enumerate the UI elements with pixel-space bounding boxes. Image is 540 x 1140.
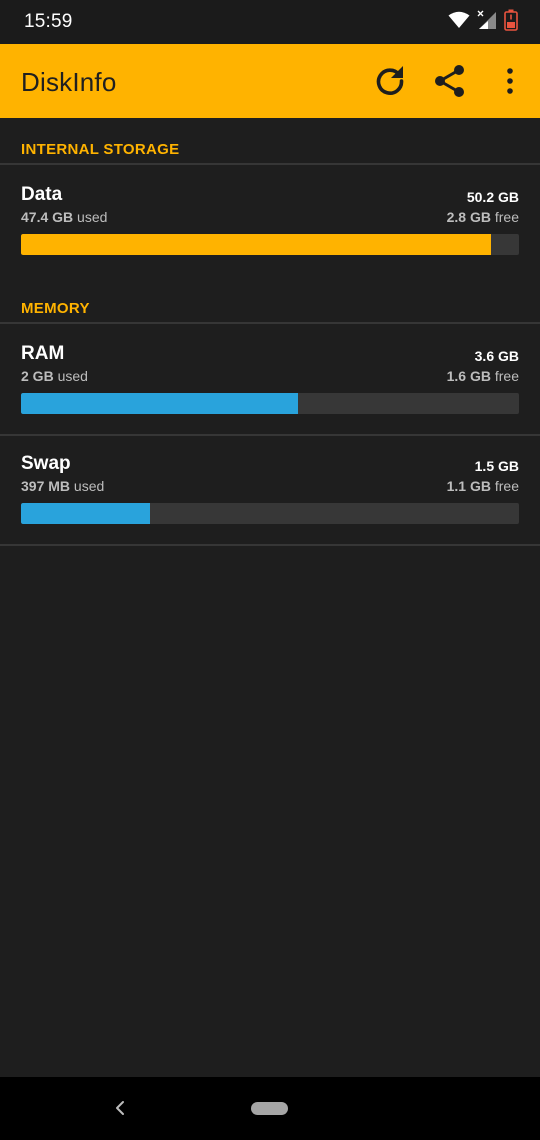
- free-amount: 1.1 GB: [446, 478, 491, 494]
- battery-icon: [504, 9, 518, 36]
- free-suffix: free: [490, 478, 519, 494]
- status-bar: 15:59: [0, 0, 540, 44]
- item-name: RAM: [21, 343, 65, 364]
- memory-item-ram[interactable]: RAM 3.6 GB 2 GB used 1.6 GB free: [0, 343, 540, 431]
- back-icon: [116, 1101, 124, 1115]
- item-name: Swap: [21, 453, 71, 474]
- wifi-icon: [448, 11, 470, 34]
- share-icon: [435, 65, 464, 97]
- signal-icon: [476, 10, 498, 35]
- free-amount: 2.8 GB: [446, 209, 491, 225]
- used-suffix: used: [70, 478, 105, 494]
- status-time: 15:59: [24, 11, 73, 32]
- used-amount: 47.4 GB: [21, 209, 74, 225]
- usage-bar-fill: [21, 234, 492, 255]
- usage-bar: [21, 393, 519, 414]
- divider: [0, 434, 540, 436]
- divider: [0, 544, 540, 546]
- item-total: 50.2 GB: [466, 189, 519, 205]
- item-free: 1.1 GB free: [447, 478, 519, 494]
- more-vert-icon: [507, 68, 513, 94]
- app-title: DiskInfo: [21, 67, 117, 97]
- used-amount: 397 MB: [21, 478, 71, 494]
- storage-item-data[interactable]: Data 50.2 GB 47.4 GB used 2.8 GB free: [0, 184, 540, 272]
- item-free: 2.8 GB free: [447, 209, 519, 225]
- section-header-internal-storage: INTERNAL STORAGE: [21, 141, 180, 158]
- free-suffix: free: [490, 368, 519, 384]
- item-used: 2 GB used: [21, 368, 88, 384]
- navigation-bar: [0, 1077, 540, 1140]
- home-pill-button[interactable]: [251, 1102, 288, 1115]
- used-suffix: used: [53, 368, 88, 384]
- share-button[interactable]: [430, 61, 470, 101]
- used-amount: 2 GB: [21, 368, 54, 384]
- usage-bar-fill: [21, 503, 150, 524]
- refresh-icon: [376, 66, 404, 95]
- usage-bar-fill: [21, 393, 298, 414]
- item-name: Data: [21, 184, 63, 205]
- usage-bar: [21, 234, 519, 255]
- status-icons: [448, 9, 518, 36]
- divider: [0, 322, 540, 324]
- divider: [0, 163, 540, 165]
- item-used: 397 MB used: [21, 478, 104, 494]
- usage-bar: [21, 503, 519, 524]
- free-amount: 1.6 GB: [446, 368, 491, 384]
- item-total: 3.6 GB: [474, 348, 519, 364]
- app-bar: DiskInfo: [0, 44, 540, 118]
- item-free: 1.6 GB free: [447, 368, 519, 384]
- item-used: 47.4 GB used: [21, 209, 107, 225]
- section-header-memory: MEMORY: [21, 300, 90, 317]
- free-suffix: free: [490, 209, 519, 225]
- back-button[interactable]: [110, 1097, 130, 1119]
- item-total: 1.5 GB: [474, 458, 519, 474]
- more-options-button[interactable]: [490, 61, 530, 101]
- refresh-button[interactable]: [370, 61, 410, 101]
- used-suffix: used: [73, 209, 108, 225]
- memory-item-swap[interactable]: Swap 1.5 GB 397 MB used 1.1 GB free: [0, 453, 540, 541]
